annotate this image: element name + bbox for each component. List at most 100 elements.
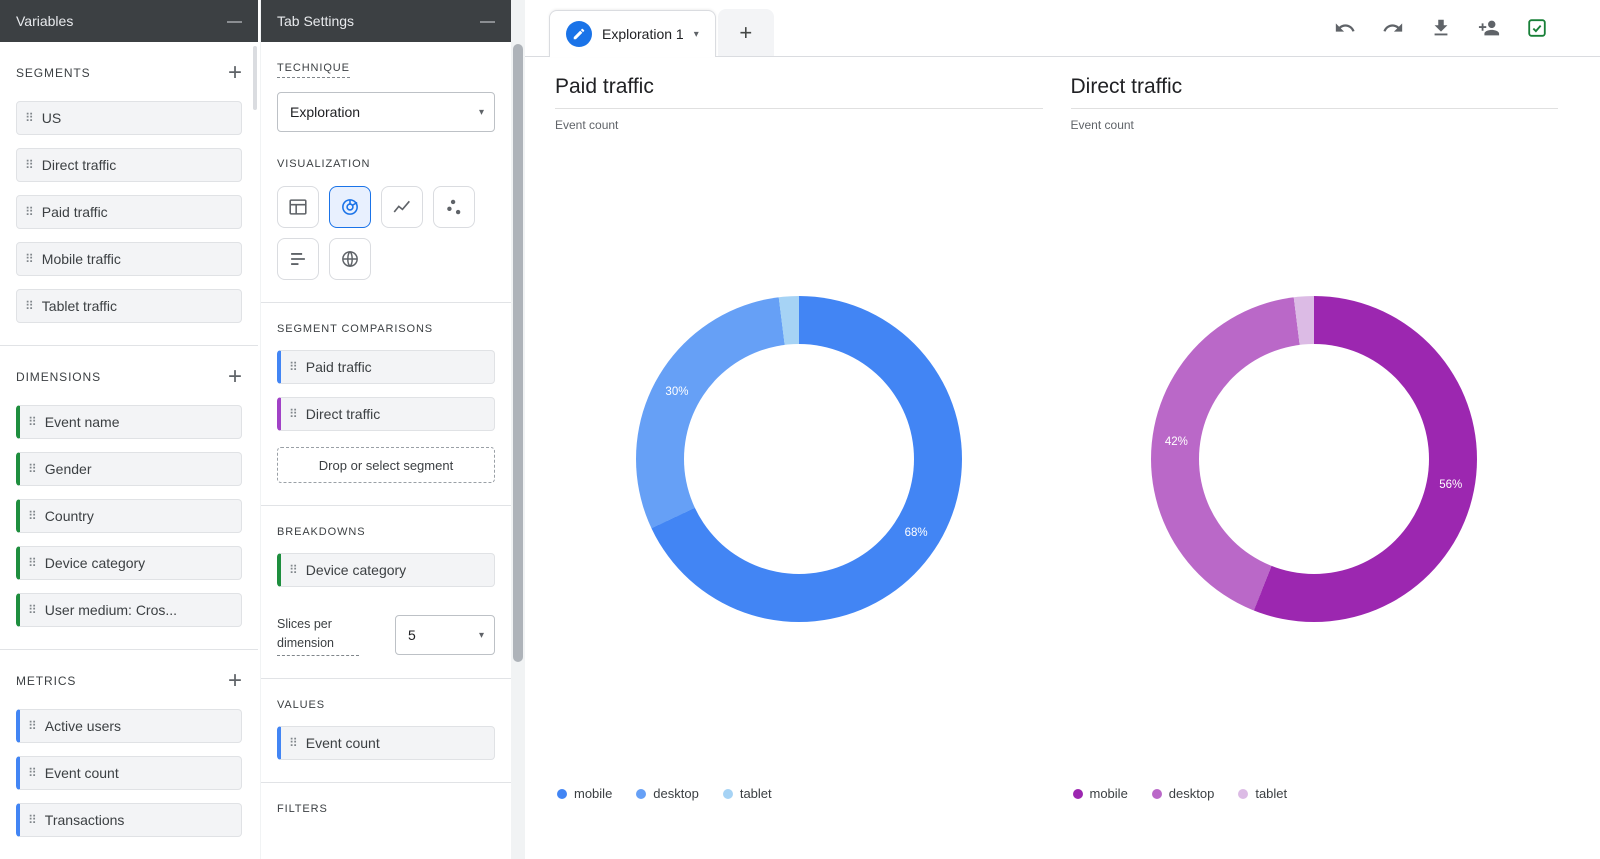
legend-item-tablet[interactable]: tablet (1238, 786, 1287, 801)
tab-exploration-1[interactable]: Exploration 1 ▾ (549, 10, 716, 57)
legend-item-mobile[interactable]: mobile (1072, 786, 1128, 801)
legend-item-desktop[interactable]: desktop (1151, 786, 1214, 801)
legend-item-mobile[interactable]: mobile (557, 786, 612, 801)
add-segment-icon[interactable]: + (228, 61, 242, 85)
dimensions-list: ⠿ Event name ⠿ Gender ⠿ Country ⠿ Device catego… (16, 405, 242, 627)
legend-label: mobile (1089, 786, 1128, 801)
main-area: Exploration 1 ▾ + Paid traffic Event cou… (525, 0, 1600, 859)
draggable-chip[interactable]: ⠿ Direct traffic (16, 148, 242, 182)
donut-wrap: 68% 30% (555, 132, 1043, 786)
chip-label: Transactions (44, 812, 125, 828)
draggable-chip[interactable]: ⠿ Device category (277, 553, 495, 587)
tab-settings-panel-header: Tab Settings — (261, 0, 511, 42)
redo-icon[interactable] (1382, 16, 1406, 40)
draggable-chip[interactable]: ⠿ Tablet traffic (16, 289, 242, 323)
values-list: ⠿ Event count (277, 725, 495, 760)
legend-dot (1072, 788, 1083, 799)
legend-dot (1238, 788, 1249, 799)
breakdowns-list: ⠿ Device category (277, 553, 495, 587)
technique-label: TECHNIQUE (277, 62, 350, 78)
tab-settings-panel: Tab Settings — TECHNIQUE Exploration ▾ V… (261, 0, 511, 859)
undo-icon[interactable] (1334, 16, 1358, 40)
chart-legend: mobile desktop tablet (557, 786, 1043, 801)
donut-wrap: 56% 42% (1071, 132, 1559, 786)
variables-panel: Variables — SEGMENTS + ⠿ US ⠿ Direct traffi… (0, 0, 258, 859)
draggable-chip[interactable]: ⠿ Country (16, 499, 242, 533)
legend-label: tablet (1255, 786, 1288, 801)
chip-label: Active users (44, 718, 122, 734)
dimensions-section: DIMENSIONS + ⠿ Event name ⠿ Gender ⠿ Country ⠿… (0, 345, 258, 649)
drag-handle-icon: ⠿ (28, 719, 37, 733)
add-metric-icon[interactable]: + (228, 669, 242, 693)
scrollbar-thumb[interactable] (513, 44, 523, 662)
share-add-users-icon[interactable] (1478, 16, 1502, 40)
slices-per-dimension-select[interactable]: 5 ▾ (395, 615, 495, 656)
filters-section: FILTERS (261, 781, 511, 839)
draggable-chip[interactable]: ⠿ Event count (277, 725, 495, 760)
values-label: VALUES (277, 698, 325, 711)
technique-select[interactable]: Exploration ▾ (277, 92, 495, 132)
scatter-chart-viz-icon[interactable] (433, 186, 475, 228)
chip-label: Country (44, 508, 94, 524)
draggable-chip[interactable]: ⠿ Device category (16, 546, 242, 580)
technique-select-value: Exploration (290, 104, 361, 120)
plus-icon: + (739, 19, 753, 45)
metrics-list: ⠿ Active users ⠿ Event count ⠿ Transactions (16, 709, 242, 837)
chart-subtitle: Event count (555, 118, 619, 132)
chip-label: Paid traffic (41, 204, 108, 220)
drag-handle-icon: ⠿ (289, 735, 298, 750)
tab-label: Exploration 1 (602, 26, 684, 42)
draggable-chip[interactable]: ⠿ Gender (16, 452, 242, 486)
drag-handle-icon: ⠿ (289, 563, 298, 577)
draggable-chip[interactable]: ⠿ User medium: Cros... (16, 593, 242, 627)
dimensions-section-title: DIMENSIONS (16, 370, 102, 384)
donut-chart-viz-icon[interactable] (329, 186, 371, 228)
legend-dot (636, 788, 647, 799)
chip-label: Mobile traffic (41, 251, 121, 267)
segment-drop-target[interactable]: Drop or select segment (277, 447, 495, 483)
add-dimension-icon[interactable]: + (228, 365, 242, 389)
new-tab-button[interactable]: + (717, 9, 774, 56)
draggable-chip[interactable]: ⠿ Direct traffic (277, 397, 495, 431)
table-viz-icon[interactable] (277, 186, 319, 228)
download-icon[interactable] (1430, 16, 1454, 40)
legend-item-tablet[interactable]: tablet (722, 786, 772, 801)
donut-chart[interactable]: 56% 42% (1151, 296, 1478, 622)
line-chart-viz-icon[interactable] (381, 186, 423, 228)
chart-title: Direct traffic (1070, 75, 1183, 98)
minimize-panel-icon[interactable]: — (227, 14, 242, 29)
draggable-chip[interactable]: ⠿ Transactions (16, 803, 242, 837)
drag-handle-icon: ⠿ (25, 111, 34, 125)
draggable-chip[interactable]: ⠿ US (16, 101, 242, 135)
drag-handle-icon: ⠿ (25, 252, 34, 266)
tab-chevron-down-icon[interactable]: ▾ (694, 29, 699, 40)
draggable-chip[interactable]: ⠿ Active users (16, 709, 242, 743)
draggable-chip[interactable]: ⠿ Paid traffic (277, 350, 495, 384)
tab-settings-scrollbar-track[interactable] (511, 0, 525, 859)
legend-item-desktop[interactable]: desktop (636, 786, 699, 801)
draggable-chip[interactable]: ⠿ Event count (16, 756, 242, 790)
drag-handle-icon: ⠿ (28, 415, 37, 429)
chart-legend: mobile desktop tablet (1072, 786, 1559, 801)
visualization-label: VISUALIZATION (277, 158, 371, 170)
variables-panel-title: Variables (16, 13, 74, 29)
draggable-chip[interactable]: ⠿ Paid traffic (16, 195, 242, 229)
draggable-chip[interactable]: ⠿ Event name (16, 405, 242, 439)
fact-check-icon[interactable] (1526, 16, 1550, 40)
bar-chart-viz-icon[interactable] (277, 238, 319, 280)
drag-handle-icon: ⠿ (25, 205, 34, 219)
chip-label: US (41, 110, 62, 126)
drag-handle-icon: ⠿ (28, 462, 37, 476)
charts-row: Paid traffic Event count 68% 30% mobile deskt… (555, 75, 1558, 859)
minimize-panel-icon[interactable]: — (480, 14, 495, 29)
donut-chart[interactable]: 68% 30% (635, 296, 962, 622)
drag-handle-icon: ⠿ (28, 813, 37, 827)
chip-label: Gender (44, 461, 92, 477)
legend-dot (1151, 788, 1162, 799)
segment-comparisons-list: ⠿ Paid traffic ⠿ Direct traffic (277, 350, 495, 431)
draggable-chip[interactable]: ⠿ Mobile traffic (16, 242, 242, 276)
geo-map-viz-icon[interactable] (329, 238, 371, 280)
variables-scrollbar-thumb[interactable] (253, 46, 257, 110)
chevron-down-icon: ▾ (478, 629, 484, 641)
segments-section: SEGMENTS + ⠿ US ⠿ Direct traffic ⠿ Paid traff… (0, 42, 258, 345)
